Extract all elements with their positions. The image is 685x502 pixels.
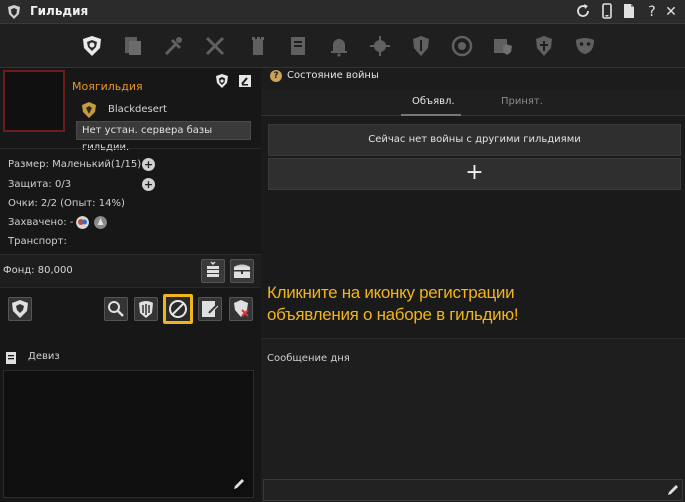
siege-war-icon	[94, 216, 107, 229]
guild-master-name: Blackdesert	[108, 104, 167, 115]
no-war-message: Сейчас нет войны с другими гильдиями	[268, 124, 681, 156]
guild-crest-button[interactable]	[134, 297, 158, 321]
recruit-ad-icon	[169, 300, 187, 318]
guild-size: Размер: Маленький(1/15)	[8, 159, 142, 170]
notebook-icon	[6, 352, 16, 364]
increase-size-button[interactable]: +	[142, 158, 155, 171]
document-icon[interactable]	[620, 3, 638, 21]
node-war-icon	[76, 216, 89, 229]
search-recruit-icon	[108, 301, 124, 317]
guild-logo-icon	[8, 5, 20, 19]
guild-funds: Фонд: 80,000	[3, 265, 73, 276]
battle-icon[interactable]	[368, 34, 392, 58]
chest-icon	[234, 264, 250, 278]
guild-emblem[interactable]	[3, 70, 65, 132]
disband-icon	[234, 300, 249, 317]
refresh-icon[interactable]	[574, 3, 592, 21]
motd-label: Сообщение дня	[267, 353, 350, 364]
mask-icon[interactable]	[573, 34, 597, 58]
active-tab-indicator	[401, 114, 461, 116]
search-recruit-button[interactable]	[104, 297, 128, 321]
members-icon[interactable]	[121, 34, 145, 58]
war-header: ? Состояние войны	[261, 68, 685, 90]
increase-protection-button[interactable]: +	[142, 178, 155, 191]
shield-icon[interactable]	[409, 34, 433, 58]
guild-protection: Защита: 0/3	[8, 179, 72, 190]
skills-icon[interactable]	[162, 34, 186, 58]
server-notice: Нет устан. сервера базы гильдии.	[76, 121, 251, 153]
guild-ranking-scroll-icon[interactable]	[237, 73, 253, 89]
motd-input[interactable]	[263, 479, 683, 501]
laurel-icon[interactable]	[450, 34, 474, 58]
guild-actions-row	[0, 292, 261, 330]
war-subtabs: Объявл. Принят.	[261, 90, 685, 116]
declare-war-button[interactable]: +	[268, 158, 681, 190]
window-title: Гильдия	[30, 4, 89, 18]
guild-stats: Размер: Маленький(1/15) + Защита: 0/3 + …	[0, 148, 261, 252]
edit-notice-icon	[202, 301, 219, 317]
disband-guild-button[interactable]	[229, 297, 253, 321]
guild-emblem-icon	[12, 300, 28, 318]
guild-info-panel: Моягильдия Blackdesert Нет устан. сервер…	[0, 68, 261, 502]
guild-master-icon	[82, 102, 96, 118]
callout-line-2: объявления о наборе в гильдию!	[267, 305, 519, 324]
close-icon[interactable]: ✕	[662, 3, 680, 21]
phone-icon[interactable]	[598, 3, 616, 21]
quest-scroll-icon[interactable]	[286, 34, 310, 58]
war-title: Состояние войны	[287, 70, 379, 81]
funds-transfer-button[interactable]	[201, 259, 225, 283]
message-of-the-day-panel: Сообщение дня	[261, 338, 685, 502]
guild-emblem-button[interactable]	[8, 297, 32, 321]
edit-notice-button[interactable]	[198, 297, 222, 321]
guild-captured: Захвачено: -	[8, 217, 74, 228]
callout-line-1: Кликните на иконку регистрации	[267, 283, 515, 302]
tab-accepted[interactable]: Принят.	[501, 96, 543, 107]
edit-motd-pencil-icon[interactable]	[666, 483, 680, 497]
crafting-icon[interactable]	[203, 34, 227, 58]
motto-header: Девиз	[0, 348, 261, 370]
crest-icon	[139, 301, 153, 318]
motto-text-area[interactable]	[3, 370, 254, 498]
cross-shield-icon[interactable]	[532, 34, 556, 58]
guild-storage-button[interactable]	[230, 259, 254, 283]
war-help-icon[interactable]: ?	[270, 70, 282, 82]
window-titlebar: Гильдия ? ✕	[0, 0, 685, 24]
tab-declared[interactable]: Объявл.	[412, 96, 455, 107]
guild-points: Очки: 2/2 (Опыт: 14%)	[8, 198, 125, 209]
help-icon[interactable]: ?	[643, 3, 661, 21]
guild-shield-badge-icon[interactable]	[214, 73, 230, 89]
guild-transport: Транспорт:	[8, 236, 67, 247]
guild-funds-row: Фонд: 80,000	[0, 254, 261, 288]
edit-motto-pencil-icon[interactable]	[232, 477, 246, 491]
guild-name: Моягильдия	[72, 80, 143, 93]
house-shield-icon[interactable]	[491, 34, 515, 58]
tutorial-callout: Кликните на иконку регистрации объявлени…	[267, 282, 567, 326]
war-panel: ? Состояние войны Объявл. Принят. Сейчас…	[261, 68, 685, 502]
tower-icon[interactable]	[246, 34, 270, 58]
recruit-ad-button[interactable]	[163, 294, 193, 324]
guild-tab-bar	[0, 24, 685, 68]
motto-label: Девиз	[28, 351, 60, 362]
bell-icon[interactable]	[327, 34, 351, 58]
guild-main-icon[interactable]	[80, 34, 104, 58]
coin-stack-icon	[207, 261, 219, 277]
